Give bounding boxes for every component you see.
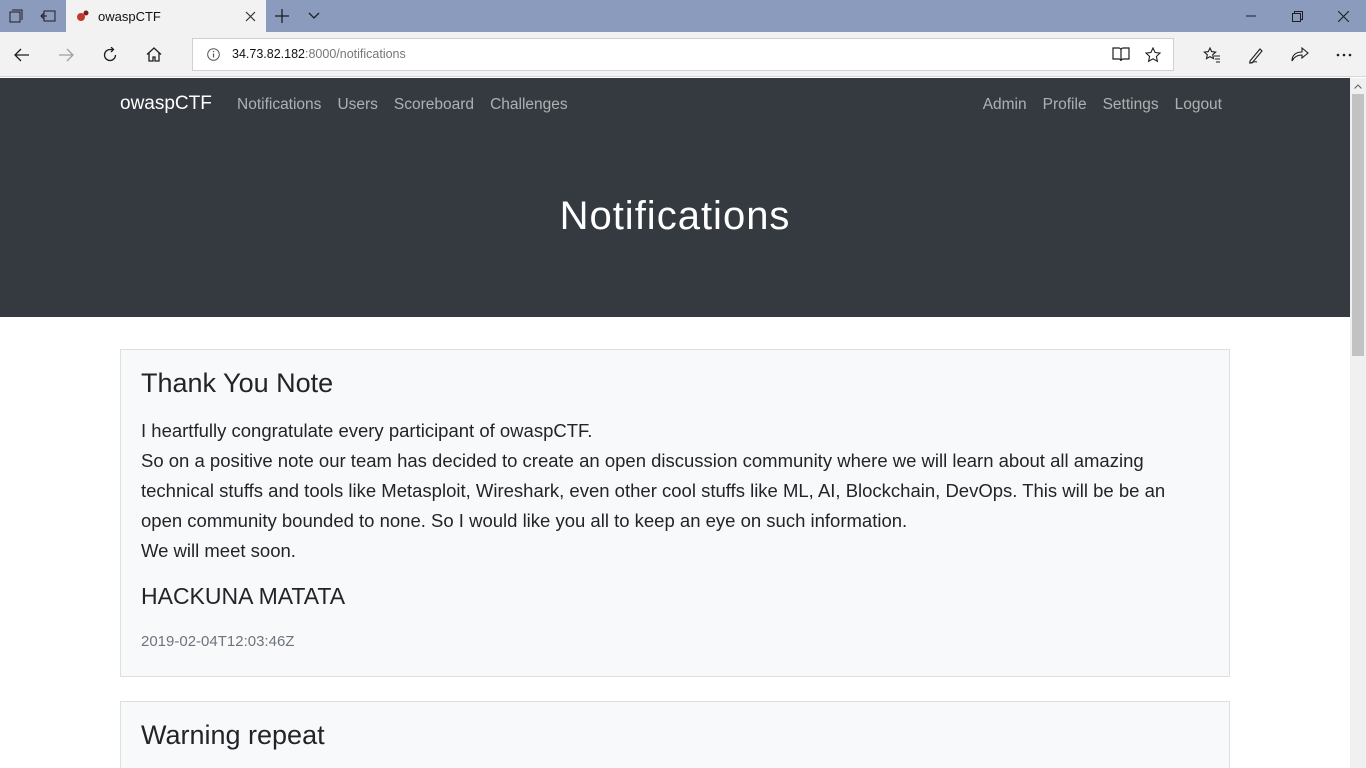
forward-arrow-icon[interactable] [44,32,88,77]
notification-title: Thank You Note [141,368,334,398]
brand-link[interactable]: owaspCTF [120,93,212,115]
nav-challenges[interactable]: Challenges [490,96,568,114]
notification-timestamp: 2019-02-04T12:03:46Z [141,633,295,650]
scrollbar-thumb[interactable] [1352,94,1364,356]
nav-notifications[interactable]: Notifications [237,96,321,114]
page-title: Notifications [559,194,791,238]
favorites-hub-icon[interactable] [1190,32,1234,77]
minimize-icon[interactable] [1228,0,1274,32]
url-text: 34.73.82.182:8000/notifications [232,47,406,61]
nav-right: Admin Profile Settings Logout [983,96,1222,114]
refresh-icon[interactable] [88,32,132,77]
nav-settings[interactable]: Settings [1103,96,1159,114]
nav-users[interactable]: Users [337,96,377,114]
back-arrow-icon[interactable] [0,32,44,77]
address-toolbar: 34.73.82.182:8000/notifications [0,32,1366,77]
add-notes-pen-icon[interactable] [1234,32,1278,77]
url-host: 34.73.82.182 [232,47,305,61]
close-tab-icon[interactable] [234,0,266,32]
restore-icon[interactable] [1274,0,1320,32]
nav-logout[interactable]: Logout [1175,96,1222,114]
browser-tab-bar: owaspCTF [0,0,1366,32]
notification-body-line: We will meet soon. [141,540,296,561]
page-header: owaspCTF Notifications Users Scoreboard … [0,78,1350,317]
site-info-icon[interactable] [207,48,220,61]
more-options-icon[interactable] [1322,32,1366,77]
notification-body-line: So on a positive note our team has decid… [141,450,1166,531]
notification-title: Warning repeat [141,720,325,750]
page-scrollbar[interactable] [1350,78,1366,768]
notification-sign-off: HACKUNA MATATA [141,583,346,609]
nav-scoreboard[interactable]: Scoreboard [394,96,474,114]
reading-view-icon[interactable] [1105,39,1137,70]
notification-card: Warning repeat [120,701,1230,768]
tab-title: owaspCTF [98,8,161,24]
nav-left: Notifications Users Scoreboard Challenge… [237,96,568,114]
notification-body-line: I heartfully congratulate every particip… [141,420,593,441]
scroll-up-arrow-icon[interactable] [1350,78,1366,94]
notification-card: Thank You Note I heartfully congratulate… [120,349,1230,677]
set-tabs-aside-icon[interactable] [0,0,32,32]
notification-body: I heartfully congratulate every particip… [141,416,1211,566]
close-window-icon[interactable] [1320,0,1366,32]
site-favicon-icon [76,9,90,23]
address-bar[interactable]: 34.73.82.182:8000/notifications [192,38,1174,71]
url-path: :8000/notifications [305,47,406,61]
nav-profile[interactable]: Profile [1043,96,1087,114]
new-tab-icon[interactable] [266,0,298,32]
favorite-star-icon[interactable] [1137,39,1169,70]
nav-admin[interactable]: Admin [983,96,1027,114]
page-viewport: owaspCTF Notifications Users Scoreboard … [0,78,1350,768]
tab-preview-chevron-icon[interactable] [298,0,330,32]
site-navbar: owaspCTF Notifications Users Scoreboard … [0,78,1350,134]
show-tabs-aside-icon[interactable] [32,0,64,32]
share-icon[interactable] [1278,32,1322,77]
active-tab[interactable]: owaspCTF [66,0,266,32]
home-icon[interactable] [132,32,176,77]
